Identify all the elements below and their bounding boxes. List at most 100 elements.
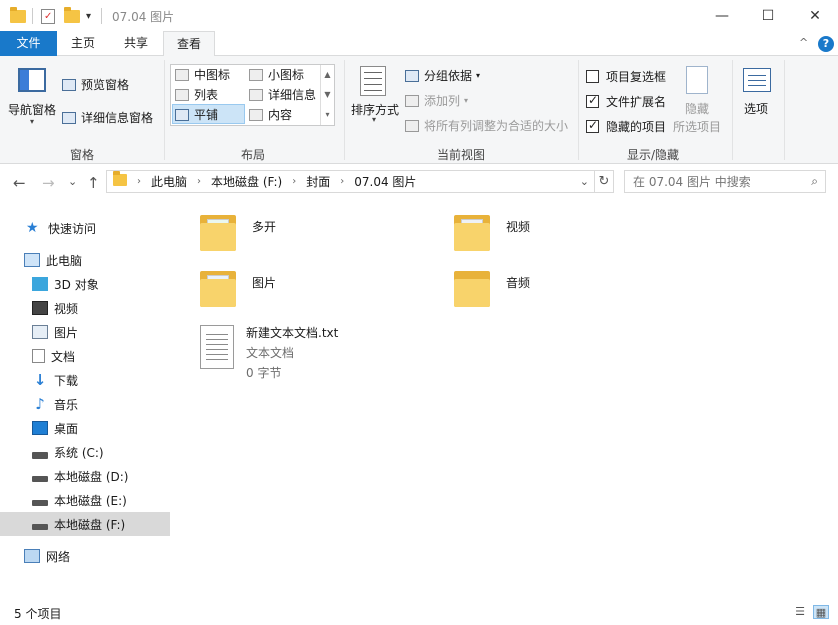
breadcrumb-cover[interactable]: 封面 bbox=[306, 173, 330, 190]
refresh-button[interactable]: ↻ bbox=[595, 170, 614, 193]
content-icon bbox=[249, 108, 263, 121]
help-icon[interactable]: ? bbox=[818, 36, 834, 52]
nav-drive-d[interactable]: 本地磁盘 (D:) bbox=[0, 464, 170, 488]
search-box[interactable]: ⌕ bbox=[624, 170, 826, 193]
qa-dropdown-icon[interactable]: ▾ bbox=[86, 7, 91, 25]
nav-desktop[interactable]: 桌面 bbox=[0, 416, 170, 440]
item-name: 新建文本文档.txt bbox=[246, 326, 339, 340]
folder-icon bbox=[198, 267, 238, 309]
nav-label: 文档 bbox=[51, 349, 76, 364]
nav-quick-access[interactable]: ★ 快速访问 bbox=[0, 216, 170, 240]
address-dropdown-icon[interactable]: ⌄ bbox=[580, 175, 589, 188]
group-by-button[interactable]: 分组依据 ▾ bbox=[405, 67, 480, 84]
hidden-items-checkbox[interactable] bbox=[586, 118, 599, 133]
layout-small-icons[interactable]: 小图标 bbox=[249, 66, 304, 83]
hidden-items-label: 隐藏的项目 bbox=[606, 120, 667, 134]
nav-documents[interactable]: 文档 bbox=[0, 344, 170, 368]
group-label-current-view: 当前视图 bbox=[437, 148, 486, 162]
tab-home[interactable]: 主页 bbox=[57, 31, 109, 56]
nav-label: 本地磁盘 (F:) bbox=[54, 517, 126, 532]
item-checkboxes-toggle[interactable]: 项目复选框 bbox=[586, 68, 666, 85]
options-button[interactable]: 选项 bbox=[740, 66, 776, 126]
nav-network[interactable]: 网络 bbox=[0, 544, 170, 568]
file-extensions-label: 文件扩展名 bbox=[606, 95, 667, 109]
nav-videos[interactable]: 视频 bbox=[0, 296, 170, 320]
nav-this-pc[interactable]: 此电脑 bbox=[0, 248, 170, 272]
status-bar: 5 个项目 ☰ ▦ bbox=[0, 599, 838, 625]
hide-selected-label-2: 所选项目 bbox=[673, 120, 722, 134]
folder-item[interactable]: 图片 bbox=[198, 267, 276, 309]
maximize-button[interactable]: ☐ bbox=[745, 0, 791, 31]
file-extensions-checkbox[interactable] bbox=[586, 93, 599, 108]
nav-label: 3D 对象 bbox=[54, 277, 99, 292]
minimize-button[interactable]: — bbox=[699, 0, 745, 31]
layout-content[interactable]: 内容 bbox=[249, 106, 292, 123]
nav-pane-button[interactable]: 导航窗格 ▾ bbox=[8, 68, 60, 130]
nav-label: 桌面 bbox=[54, 421, 79, 436]
add-column-button[interactable]: 添加列 ▾ bbox=[405, 92, 468, 109]
music-icon: ♪ bbox=[35, 395, 45, 413]
nav-downloads[interactable]: ↓ 下载 bbox=[0, 368, 170, 392]
tab-share[interactable]: 共享 bbox=[109, 31, 163, 56]
item-type: 文本文档 bbox=[246, 346, 295, 360]
nav-label: 本地磁盘 (D:) bbox=[54, 469, 129, 484]
tab-file[interactable]: 文件 bbox=[0, 31, 57, 56]
folder-item[interactable]: 视频 bbox=[452, 211, 530, 253]
layout-details[interactable]: 详细信息 bbox=[249, 86, 316, 103]
properties-icon[interactable]: ✓ bbox=[41, 7, 55, 25]
search-icon[interactable]: ⌕ bbox=[811, 174, 818, 189]
nav-label: 音乐 bbox=[54, 397, 79, 412]
layout-tiles[interactable]: 平铺 bbox=[175, 106, 218, 123]
folder-item[interactable]: 多开 bbox=[198, 211, 276, 253]
item-count: 5 个项目 bbox=[14, 607, 62, 621]
layout-item-label: 内容 bbox=[268, 108, 293, 122]
nav-3d-objects[interactable]: 3D 对象 bbox=[0, 272, 170, 296]
layout-medium-icons[interactable]: 中图标 bbox=[175, 66, 230, 83]
medium-icons-icon bbox=[175, 68, 189, 81]
add-column-icon bbox=[405, 94, 419, 107]
recent-locations-icon[interactable]: ⌄ bbox=[68, 175, 77, 188]
ribbon: 导航窗格 ▾ 预览窗格 详细信息窗格 窗格 中图标 小图标 列表 详细信息 平铺… bbox=[0, 56, 838, 164]
details-pane-button[interactable]: 详细信息窗格 bbox=[62, 109, 153, 126]
back-arrow-icon[interactable]: ← bbox=[13, 174, 26, 192]
item-name: 音频 bbox=[506, 276, 531, 290]
breadcrumb-this-pc[interactable]: 此电脑 bbox=[151, 173, 187, 190]
up-arrow-icon[interactable]: ↑ bbox=[87, 174, 100, 192]
new-folder-icon[interactable] bbox=[64, 6, 80, 25]
nav-label: 本地磁盘 (E:) bbox=[54, 493, 127, 508]
sort-by-button[interactable]: 排序方式 ▾ bbox=[350, 66, 402, 128]
file-extensions-toggle[interactable]: 文件扩展名 bbox=[586, 93, 666, 110]
close-button[interactable]: ✕ bbox=[792, 0, 838, 31]
layout-list[interactable]: 列表 bbox=[175, 86, 218, 103]
breadcrumb-current[interactable]: 07.04 图片 bbox=[354, 173, 416, 190]
nav-music[interactable]: ♪ 音乐 bbox=[0, 392, 170, 416]
film-icon bbox=[32, 301, 48, 315]
folder-item[interactable]: 音频 bbox=[452, 267, 530, 309]
hide-selected-button[interactable]: 隐藏 所选项目 bbox=[672, 66, 724, 136]
download-icon: ↓ bbox=[33, 371, 47, 389]
preview-pane-button[interactable]: 预览窗格 bbox=[62, 76, 129, 93]
layout-gallery: 中图标 小图标 列表 详细信息 平铺 内容 ▲ ▼ ▾ bbox=[170, 64, 335, 126]
address-bar[interactable]: › 此电脑 › 本地磁盘 (F:) › 封面 › 07.04 图片 ⌄ bbox=[106, 170, 595, 193]
fit-columns-button[interactable]: 将所有列调整为合适的大小 bbox=[405, 117, 568, 134]
search-input[interactable] bbox=[633, 171, 803, 192]
forward-arrow-icon[interactable]: → bbox=[42, 174, 55, 192]
nav-drive-c[interactable]: 系统 (C:) bbox=[0, 440, 170, 464]
breadcrumb-drive-f[interactable]: 本地磁盘 (F:) bbox=[211, 173, 282, 190]
details-view-icon[interactable]: ☰ bbox=[792, 605, 808, 619]
large-icons-view-icon[interactable]: ▦ bbox=[813, 605, 829, 619]
hidden-items-toggle[interactable]: 隐藏的项目 bbox=[586, 118, 666, 135]
collapse-ribbon-icon[interactable]: ^ bbox=[799, 36, 808, 49]
list-icon bbox=[175, 88, 189, 101]
layout-scroll[interactable]: ▲ ▼ ▾ bbox=[320, 65, 334, 125]
nav-drive-f[interactable]: 本地磁盘 (F:) bbox=[0, 512, 170, 536]
nav-label: 视频 bbox=[54, 301, 79, 316]
group-label-panes: 窗格 bbox=[70, 148, 95, 162]
layout-item-label: 小图标 bbox=[268, 68, 305, 82]
item-checkboxes-checkbox[interactable] bbox=[586, 70, 599, 83]
nav-pictures[interactable]: 图片 bbox=[0, 320, 170, 344]
file-item[interactable]: 新建文本文档.txt 文本文档 0 字节 bbox=[200, 325, 338, 381]
picture-icon bbox=[32, 325, 48, 339]
nav-drive-e[interactable]: 本地磁盘 (E:) bbox=[0, 488, 170, 512]
tab-view[interactable]: 查看 bbox=[163, 31, 215, 57]
